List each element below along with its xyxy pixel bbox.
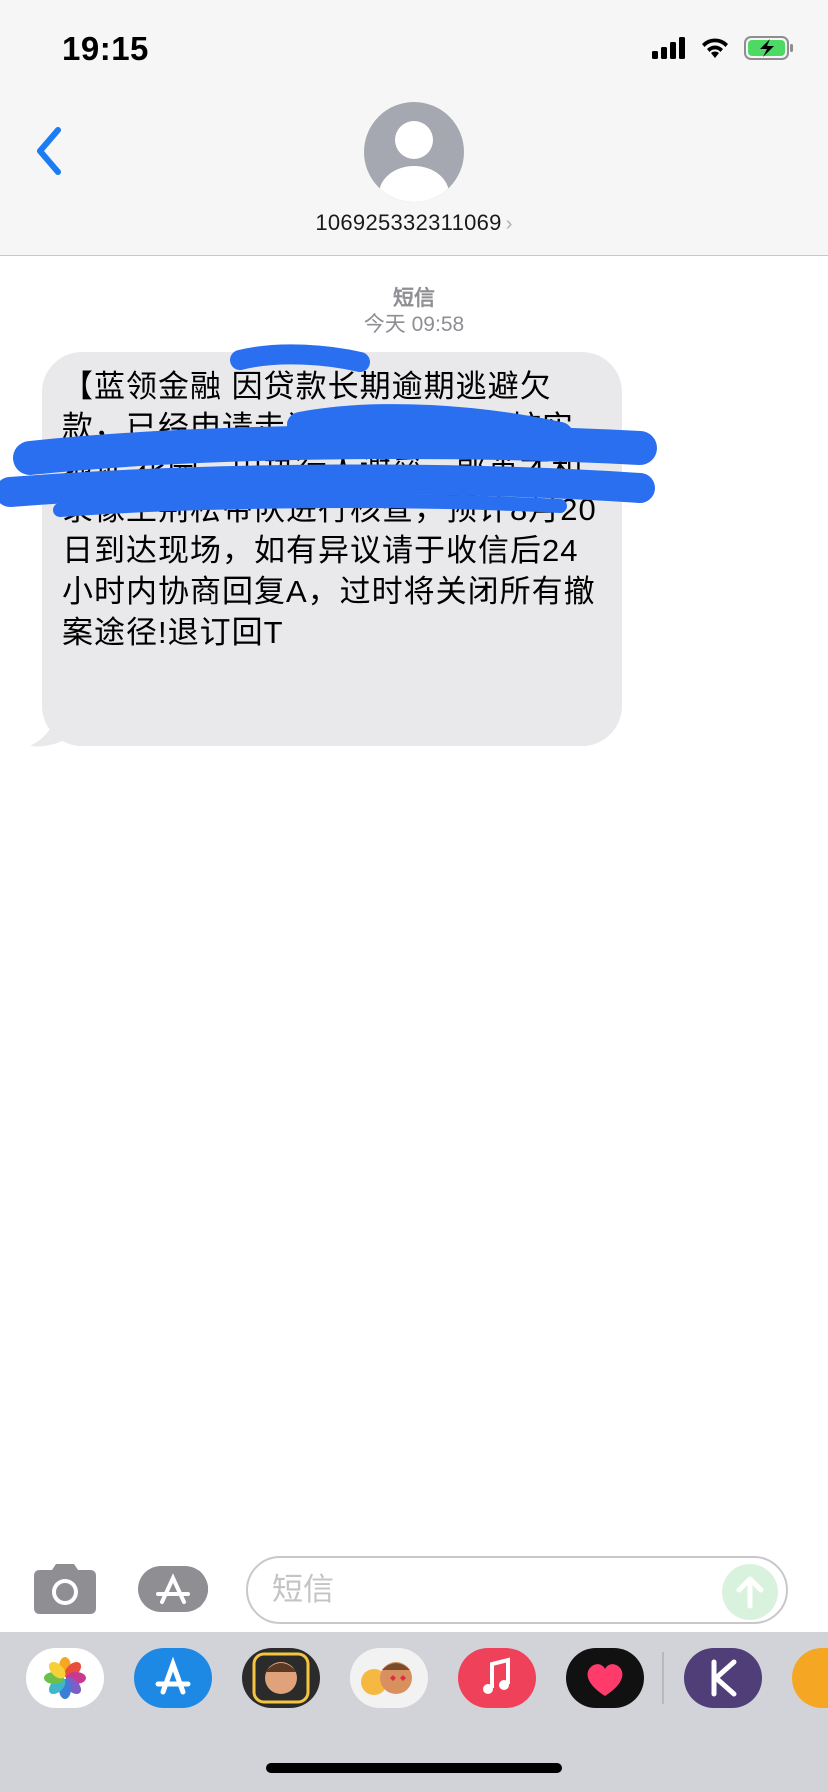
message-input[interactable]: [246, 1556, 788, 1624]
message-timestamp: 今天 09:58: [363, 313, 465, 336]
home-indicator[interactable]: [266, 1763, 562, 1773]
person-silhouette-icon: [379, 121, 449, 202]
conversation-header: 106925332311069 ›: [0, 100, 828, 256]
memoji-icon[interactable]: [242, 1648, 320, 1708]
status-bar: 19:15: [0, 0, 828, 100]
arrow-up-icon: [736, 1576, 764, 1609]
status-time: 19:15: [62, 30, 149, 67]
contact-number[interactable]: 106925332311069 ›: [0, 210, 828, 236]
compose-bar: [0, 1540, 828, 1630]
k-app-icon[interactable]: [684, 1648, 762, 1708]
send-button[interactable]: [722, 1564, 778, 1620]
contact-avatar[interactable]: [364, 102, 464, 202]
photos-icon[interactable]: [26, 1648, 104, 1708]
contact-number-label: 106925332311069: [315, 210, 502, 235]
back-chevron-icon[interactable]: [30, 124, 70, 178]
battery-icon: [744, 36, 793, 60]
animoji-icon[interactable]: [350, 1648, 428, 1708]
message-text: 【蓝领金融 因贷款长期逾期逃避欠款，已经申请走访调查取证，已核实地址 花园，由执…: [62, 369, 597, 650]
status-icons: [652, 36, 794, 60]
music-icon[interactable]: [458, 1648, 536, 1708]
drawer-divider: [662, 1652, 664, 1704]
apps-icon[interactable]: [138, 1566, 214, 1612]
signal-icon: [652, 37, 685, 59]
heart-app-icon[interactable]: [566, 1648, 644, 1708]
wifi-icon: [702, 38, 728, 58]
camera-icon[interactable]: [34, 1564, 96, 1614]
weibo-icon[interactable]: [792, 1648, 828, 1708]
app-store-icon[interactable]: [134, 1648, 212, 1708]
chevron-right-icon: ›: [505, 213, 513, 235]
